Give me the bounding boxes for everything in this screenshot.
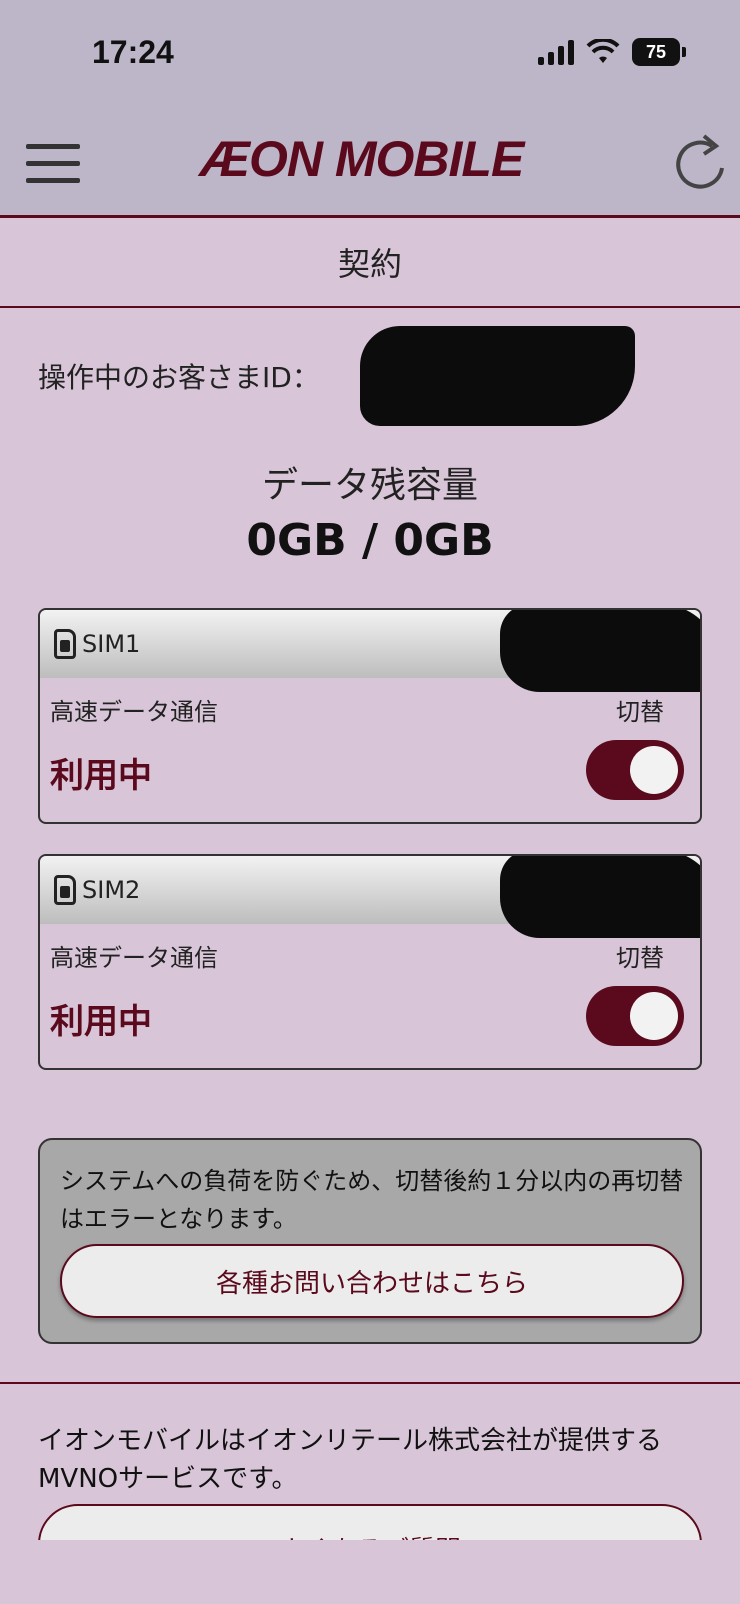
sim-card-icon [54, 875, 76, 905]
data-remaining-title: データ残容量 [261, 465, 478, 506]
footer-divider [0, 1382, 740, 1384]
sim-switch-label: 切替 [616, 944, 664, 972]
sim-service-label: 高速データ通信 [50, 698, 218, 726]
sim-status: 利用中 [50, 1002, 152, 1042]
status-icons: 75 [538, 38, 686, 66]
refresh-icon[interactable] [672, 128, 732, 196]
sim-service-label: 高速データ通信 [50, 944, 218, 972]
sim-card-2: SIM2 09067660323 高速データ通信 切替 利用中 [38, 854, 702, 1070]
sim-name: SIM1 [82, 630, 141, 658]
contact-button[interactable]: 各種お問い合わせはこちら [60, 1244, 684, 1318]
bottom-cutoff [0, 1540, 740, 1604]
wifi-icon [586, 39, 620, 63]
notice-box: システムへの負荷を防ぐため、切替後約１分以内の再切替はエラーとなります。 各種お… [38, 1138, 702, 1344]
notice-text: システムへの負荷を防ぐため、切替後約１分以内の再切替はエラーとなります。 [60, 1167, 684, 1233]
sim-card-1: SIM1 09025704819 高速データ通信 切替 利用中 [38, 608, 702, 824]
sim-name: SIM2 [82, 876, 141, 904]
footer-text: イオンモバイルはイオンリテール株式会社が提供するMVNOサービスです。 [38, 1426, 663, 1494]
sim-data-toggle[interactable] [586, 986, 684, 1046]
status-time: 17:24 [92, 34, 174, 70]
sim-status: 利用中 [50, 756, 152, 796]
battery-icon: 75 [632, 38, 686, 66]
redacted-customer-id [360, 326, 635, 426]
sim-card-icon [54, 629, 76, 659]
aeon-mobile-logo: ÆON MOBILE [200, 131, 524, 187]
customer-id-label: 操作中のお客さまID： [38, 361, 320, 394]
sim-switch-label: 切替 [616, 698, 664, 726]
sim-card-header: SIM2 09067660323 [40, 856, 700, 938]
data-remaining-value: 0GB / 0GB [246, 515, 494, 566]
sim-data-toggle[interactable] [586, 740, 684, 800]
cellular-signal-icon [538, 39, 574, 65]
app-header: 17:24 75 ÆON MOBILE [0, 0, 740, 218]
hamburger-menu-icon[interactable] [26, 144, 80, 184]
page-title: 契約 [0, 218, 740, 308]
sim-card-header: SIM1 09025704819 [40, 610, 700, 692]
